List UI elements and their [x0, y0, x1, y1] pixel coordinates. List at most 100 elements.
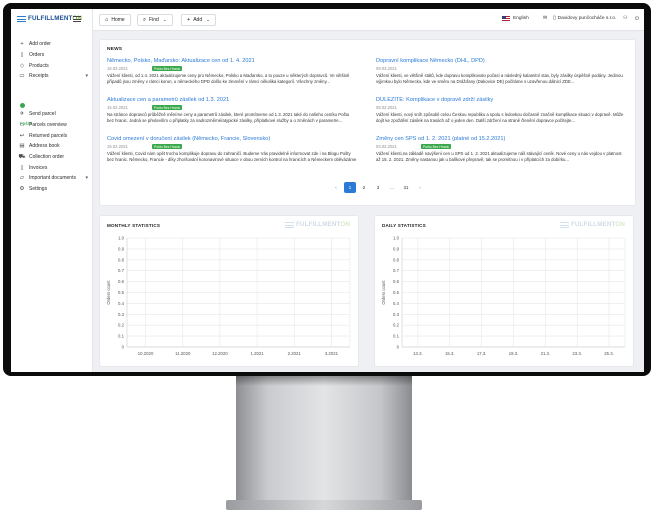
page-button[interactable]: 31 — [400, 182, 412, 193]
user-icon[interactable]: ⚇ — [623, 16, 627, 21]
search-icon: ⌕ — [143, 16, 147, 23]
posta-dot-icon — [20, 103, 25, 109]
sidebar-item-parcels-overview[interactable]: □ Parcels overview — [11, 120, 93, 131]
page-button[interactable]: 1 — [344, 182, 356, 193]
news-item-title[interactable]: Covid omezení v doručení zásilek (Německ… — [107, 136, 357, 142]
news-item-text: Vážení klienti, ve většině států, kde do… — [376, 73, 623, 84]
monthly-stats-card: MONTHLY STATISTICS FULFILLMENTON 0 0.1 0.2… — [99, 215, 359, 367]
news-item: Covid omezení v doručení zásilek (Německ… — [107, 136, 357, 163]
stand-shadow — [236, 376, 412, 386]
language-switch[interactable]: English — [502, 16, 529, 21]
logo-icon — [284, 221, 294, 228]
y-tick-label: 1.0 — [393, 236, 400, 241]
news-item-title[interactable]: Německo, Polsko, Maďarsko: Aktualizace c… — [107, 58, 357, 64]
box-icon: □ — [20, 122, 24, 129]
news-item-title[interactable]: Změny cen SPS od 1. 2. 2021 (platné od 1… — [376, 136, 626, 142]
logo-icon — [17, 15, 26, 22]
sidebar-item-orders[interactable]: ▯ Orders — [11, 50, 93, 61]
power-icon[interactable]: ⏻ — [635, 16, 639, 22]
news-item-title[interactable]: Dopravní komplikace Německo (DHL, DPD) — [376, 58, 626, 64]
news-item-badge: Poštu Bez Hranic — [151, 144, 183, 149]
sidebar-item-send-parcel[interactable]: ✈ Send parcel — [11, 109, 93, 120]
sidebar-item-important-documents[interactable]: ▱ Important documents ▾ — [11, 173, 93, 184]
y-tick-label: 0.1 — [118, 334, 125, 339]
sidebar-item-label: Products — [29, 62, 49, 69]
news-item-meta: 16.03.2021 Poštu Bez Hranic — [107, 66, 357, 71]
news-item-text: Vážení klienti, od 1.4. 2021 aktualizuje… — [107, 73, 350, 84]
y-tick-label: 0.2 — [118, 323, 125, 328]
company-label: Davidovy punčocháče s.r.o. — [557, 16, 617, 21]
sidebar-item-label: Send parcel — [29, 111, 56, 118]
page-button[interactable]: 2 — [358, 182, 370, 193]
sidebar-item-invoices[interactable]: ▯ Invoices — [11, 162, 93, 173]
y-tick-label: 0.4 — [118, 301, 125, 306]
logo-icon — [559, 221, 569, 228]
logo-text-a: FULFILLMENT — [295, 221, 341, 228]
logo-text: FULFILLMENTON — [571, 221, 625, 228]
find-label: Find — [149, 17, 159, 23]
logo-text: FULFILLMENTON — [296, 221, 350, 228]
home-button[interactable]: ⌂ Home — [99, 14, 131, 26]
news-item: Aktualizace cen a parametrů zásilek od 1… — [107, 97, 357, 124]
y-tick-label: 0.1 — [393, 334, 400, 339]
sidebar-nav-posta: ✈ Send parcel □ Parcels overview ↩ Returned p… — [11, 109, 93, 195]
page-button[interactable]: 3 — [372, 182, 384, 193]
sidebar-item-returned-parcels[interactable]: ↩ Returned parcels — [11, 130, 93, 141]
news-item-meta: 09.03.2021 — [376, 66, 626, 71]
x-tick-label: 12.2020 — [212, 351, 228, 356]
sidebar-item-label: Returned parcels — [29, 132, 68, 139]
daily-chart: 0 0.1 0.2 0.3 0.4 0.5 0.6 0.7 0.8 0.9 1.0 13.3. 15.3… — [381, 236, 626, 356]
y-tick-label: 0.8 — [118, 257, 125, 262]
next-page-button[interactable]: › — [414, 182, 426, 193]
stat-logo: FULFILLMENTON — [559, 221, 625, 228]
logo-text-a: FULFILLMENT — [570, 221, 616, 228]
news-item-date: 16.03.2021 — [107, 66, 128, 71]
x-tick-label: 3.2021 — [325, 351, 339, 356]
book-icon: ▤ — [19, 143, 25, 150]
sidebar-item-settings[interactable]: ⚙ Settings — [11, 184, 93, 195]
chevron-down-icon: ⌄ — [206, 17, 210, 22]
news-item-date: 08.02.2021 — [376, 105, 397, 110]
sidebar-item-products[interactable]: ◇ Products — [11, 60, 93, 71]
news-item: DŮLEŽITÉ: Komplikace v dopravě zdrží zás… — [376, 97, 626, 124]
x-tick-label: 19.3. — [509, 351, 519, 356]
send-icon: ✈ — [19, 111, 25, 118]
y-tick-label: 0.3 — [393, 312, 400, 317]
gear-icon: ⚙ — [19, 186, 25, 193]
add-button[interactable]: + Add ⌄ — [181, 14, 216, 26]
document-icon: ▯ — [553, 16, 556, 21]
folder-icon: ▱ — [19, 175, 25, 182]
find-button[interactable]: ⌕ Find ⌄ — [137, 14, 173, 26]
receipt-icon: ▭ — [19, 73, 25, 80]
news-item-badge: Poštu Bez Hranic — [420, 144, 452, 149]
return-icon: ↩ — [19, 132, 25, 139]
company-menu[interactable]: ▯ Davidovy punčocháče s.r.o. — [553, 16, 616, 21]
y-tick-label: 0.3 — [118, 312, 125, 317]
x-tick-label: 23.3. — [572, 351, 582, 356]
sidebar-item-add-order[interactable]: + Add order — [11, 39, 93, 50]
news-item-title[interactable]: Aktualizace cen a parametrů zásilek od 1… — [107, 97, 357, 103]
sidebar-item-label: Important documents — [29, 175, 76, 182]
news-item-date: 03.02.2021 — [376, 144, 397, 149]
daily-stats-title: DAILY STATISTICS — [382, 223, 426, 228]
news-item-text: Vážení klienti, nový sníh způsobil celou… — [376, 112, 624, 123]
y-tick-label: 0 — [397, 345, 400, 350]
y-tick-label: 0.4 — [393, 301, 400, 306]
y-tick-label: 0.5 — [118, 290, 125, 295]
tag-icon: ◇ — [19, 62, 25, 69]
chevron-down-icon: ⌄ — [162, 17, 167, 22]
sidebar-item-address-book[interactable]: ▤ Address book — [11, 141, 93, 152]
news-item-meta: 03.02.2021 Poštu Bez Hranic — [376, 144, 626, 149]
news-item-title[interactable]: DŮLEŽITÉ: Komplikace v dopravě zdrží zás… — [376, 97, 626, 103]
news-item-text: Vážení klienti, Covid nám opět trochu ko… — [107, 151, 357, 162]
sidebar-item-collection-order[interactable]: ⛟ Collection order — [11, 152, 93, 163]
sidebar-item-receipts[interactable]: ▭ Receipts ▾ — [11, 71, 93, 82]
sidebar-nav: + Add order ▯ Orders ◇ Products ▭ Receipts ▾ — [11, 39, 93, 82]
monitor-mockup: FULFILLMENTON + Add order ▯ Orders ◇ Products… — [0, 0, 654, 513]
sidebar-item-label: Settings — [29, 186, 48, 193]
x-tick-label: 13.3. — [413, 351, 423, 356]
monitor-stand — [236, 376, 412, 506]
menu-toggle-icon[interactable] — [73, 16, 81, 22]
mail-icon[interactable]: ✉ — [543, 16, 547, 21]
prev-page-button[interactable]: ‹ — [330, 182, 342, 193]
